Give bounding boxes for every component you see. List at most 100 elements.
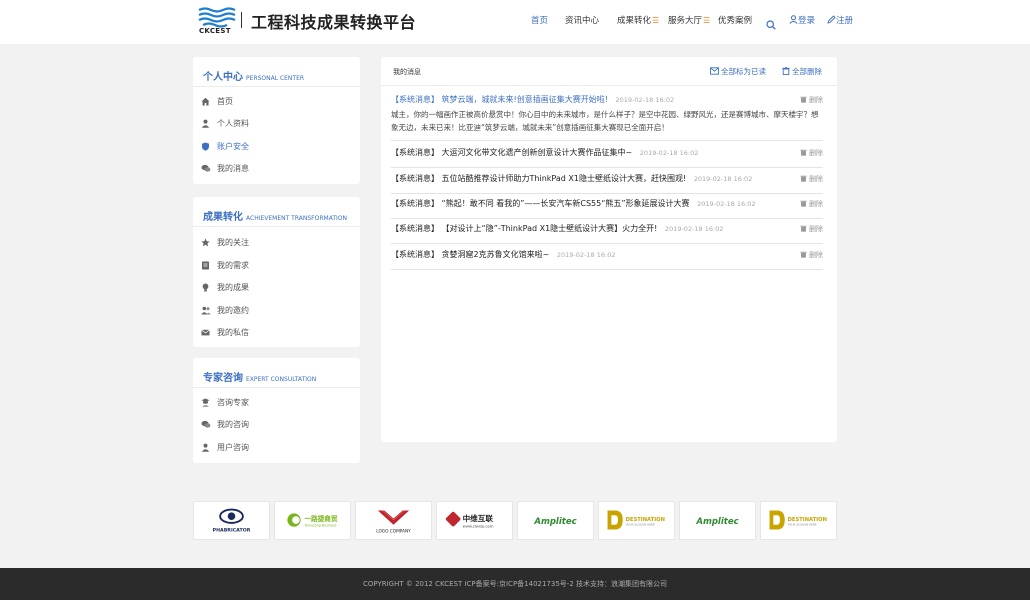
nav-cases[interactable]: 优秀案例	[718, 14, 752, 26]
partner-sub: Yunlutong Business	[304, 524, 336, 528]
mail-open-icon	[710, 67, 719, 75]
trash-icon	[800, 251, 807, 258]
message-date: 2019-02-18 16:02	[615, 96, 675, 104]
partner-logo-yunlutong[interactable]: 一路捷商贸 Yunlutong Business	[274, 501, 351, 540]
message-date: 2019-02-18 16:02	[693, 175, 753, 183]
user-icon	[201, 119, 210, 128]
partner-sub: YOUR SLOGAN HERE	[788, 523, 817, 527]
partner-logo-amplitec[interactable]: Amplitec	[517, 501, 594, 540]
partner-logo-logo-company[interactable]: LOGO COMPANY	[355, 501, 432, 540]
message-title[interactable]: 大运河文化带文化遗产创新创意设计大赛作品征集中~	[442, 148, 633, 157]
message-body: 城主，你的一幅画作正被高价悬赏中！你心目中的未来城市，是什么样子？是空中花园、绿…	[391, 110, 819, 132]
user-icon	[201, 443, 210, 452]
partner-logo-amplitec-2[interactable]: Amplitec	[679, 501, 756, 540]
message-head[interactable]: 【系统消息】 【对设计上“隐”-ThinkPad X1隐士壁纸设计大赛】火力全开…	[391, 223, 724, 234]
shield-icon	[202, 142, 209, 151]
message-date: 2019-02-18 16:02	[556, 251, 616, 259]
nav-achievement[interactable]: 成果转化☰	[617, 14, 659, 26]
sidebar-personal-center: 个人中心 PERSONAL CENTER 首页 个人资料 账户安全 我的消息	[193, 57, 360, 184]
logo-separator	[241, 12, 242, 28]
menu-icon: ☰	[703, 16, 711, 25]
chat-icon	[201, 420, 211, 428]
message-head[interactable]: 【系统消息】 贪婪洞窟2克苏鲁文化馆来啦~ 2019-02-18 16:02	[391, 249, 615, 260]
message-title[interactable]: 贪婪洞窟2克苏鲁文化馆来啦~	[442, 250, 550, 259]
message-row[interactable]: 【系统消息】 贪婪洞窟2克苏鲁文化馆来啦~ 2019-02-18 16:02 删…	[391, 249, 823, 270]
chat-icon	[201, 164, 211, 172]
message-row[interactable]: 【系统消息】 五位站酷推荐设计师助力ThinkPad X1隐士壁纸设计大赛，赶快…	[391, 173, 823, 194]
trash-icon	[800, 175, 807, 182]
message-tag: 【系统消息】	[391, 224, 439, 233]
partner-logo-destination[interactable]: DESTINATION YOUR SLOGAN HERE	[598, 501, 675, 540]
partner-logo-phabricator[interactable]: PHABRICATOR	[193, 501, 270, 540]
message-tag: 【系统消息】	[391, 199, 439, 208]
message-head[interactable]: 【系统消息】 筑梦云端，城就未来!创意插画征集大赛开始啦! 2019-02-18…	[391, 94, 674, 105]
message-head[interactable]: 【系统消息】 “熊起！敢不同 看我的”——长安汽车新CS55“熊五”形象延展设计…	[391, 198, 756, 209]
trash-icon	[800, 225, 807, 232]
partner-sub: www.ziwise.com	[463, 524, 494, 529]
nav-service[interactable]: 服务大厅☰	[668, 14, 710, 26]
trash-icon	[800, 96, 807, 103]
sidebar-achievement: 成果转化 ACHIEVEMENT TRANSFORMATION 我的关注 我的需求…	[193, 197, 360, 347]
message-tag: 【系统消息】	[391, 250, 439, 259]
search-icon[interactable]	[766, 15, 776, 34]
expert-icon	[201, 398, 210, 407]
nav-news[interactable]: 资讯中心	[565, 14, 599, 26]
partner-name: 一路捷商贸	[304, 514, 337, 523]
delete-message-button[interactable]: 删除	[800, 95, 823, 105]
partner-name: PHABRICATOR	[213, 527, 251, 533]
message-tag: 【系统消息】	[391, 95, 439, 104]
message-row[interactable]: 【系统消息】 “熊起！敢不同 看我的”——长安汽车新CS55“熊五”形象延展设计…	[391, 198, 823, 219]
footer-copyright: COPYRIGHT © 2012 CKCEST ICP备案号:京ICP备1402…	[362, 580, 667, 588]
message-head[interactable]: 【系统消息】 大运河文化带文化遗产创新创意设计大赛作品征集中~ 2019-02-…	[391, 147, 698, 158]
mark-all-read-button[interactable]: 全部标为已读	[710, 66, 766, 77]
panel-title: 专家咨询 EXPERT CONSULTATION	[203, 373, 317, 384]
logo-text: CKCEST	[199, 27, 231, 35]
message-title[interactable]: 筑梦云端，城就未来!创意插画征集大赛开始啦!	[442, 95, 608, 104]
pencil-icon	[827, 15, 836, 24]
delete-message-button[interactable]: 删除	[800, 250, 823, 260]
message-head[interactable]: 【系统消息】 五位站酷推荐设计师助力ThinkPad X1隐士壁纸设计大赛，赶快…	[391, 173, 752, 184]
delete-message-button[interactable]: 删除	[800, 224, 823, 234]
partner-logo-destination-2[interactable]: DESTINATION YOUR SLOGAN HERE	[760, 501, 837, 540]
message-date: 2019-02-18 16:02	[664, 225, 724, 233]
message-row[interactable]: 【系统消息】 大运河文化带文化遗产创新创意设计大赛作品征集中~ 2019-02-…	[391, 147, 823, 168]
list-icon	[202, 261, 209, 270]
site-title: 工程科技成果转换平台	[251, 13, 417, 32]
partner-name: Amplitec	[533, 517, 576, 527]
message-row[interactable]: 【系统消息】 筑梦云端，城就未来!创意插画征集大赛开始啦! 2019-02-18…	[391, 94, 823, 141]
partner-name: 中维互联	[463, 513, 494, 523]
ckcest-logo[interactable]: CKCEST	[197, 6, 237, 36]
delete-all-button[interactable]: 全部删除	[782, 66, 822, 77]
partner-logo-ziwise[interactable]: 中维互联 www.ziwise.com	[436, 501, 513, 540]
panel-title: 个人中心 PERSONAL CENTER	[203, 72, 305, 83]
message-row[interactable]: 【系统消息】 【对设计上“隐”-ThinkPad X1隐士壁纸设计大赛】火力全开…	[391, 223, 823, 244]
menu-icon: ☰	[652, 16, 660, 25]
home-icon	[201, 97, 210, 106]
register-link[interactable]: 注册	[827, 14, 853, 26]
sidebar-expert-consultation: 专家咨询 EXPERT CONSULTATION 咨询专家 我的咨询 用户咨询	[193, 358, 360, 463]
delete-message-button[interactable]: 删除	[800, 148, 823, 158]
message-tag: 【系统消息】	[391, 148, 439, 157]
login-link[interactable]: 登录	[789, 14, 815, 26]
delete-message-button[interactable]: 删除	[800, 199, 823, 209]
messages-panel: 我的消息 全部标为已读 全部删除 【系统消息】 筑梦云端，城就未来!创意插画征集…	[381, 57, 837, 442]
bulb-icon	[202, 283, 209, 292]
message-title[interactable]: 【对设计上“隐”-ThinkPad X1隐士壁纸设计大赛】火力全开!	[442, 224, 658, 233]
users-icon	[201, 306, 211, 315]
partner-name: Amplitec	[695, 517, 738, 527]
delete-message-button[interactable]: 删除	[800, 174, 823, 184]
messages-title: 我的消息	[393, 68, 421, 76]
star-icon	[201, 238, 210, 247]
site-header: CKCEST 工程科技成果转换平台 首页 资讯中心 成果转化☰ 服务大厅☰ 优秀…	[0, 0, 1030, 44]
user-icon	[789, 15, 798, 24]
partner-sub: YOUR SLOGAN HERE	[626, 523, 655, 527]
message-title[interactable]: “熊起！敢不同 看我的”——长安汽车新CS55“熊五”形象延展设计大赛	[442, 199, 690, 208]
message-date: 2019-02-18 16:02	[639, 149, 699, 157]
panel-title: 成果转化 ACHIEVEMENT TRANSFORMATION	[203, 212, 347, 223]
nav-home[interactable]: 首页	[531, 14, 548, 26]
message-title[interactable]: 五位站酷推荐设计师助力ThinkPad X1隐士壁纸设计大赛，赶快围观!	[442, 174, 687, 183]
trash-icon	[782, 66, 790, 76]
trash-icon	[800, 200, 807, 207]
partner-name: LOGO COMPANY	[376, 528, 411, 534]
message-tag: 【系统消息】	[391, 174, 439, 183]
